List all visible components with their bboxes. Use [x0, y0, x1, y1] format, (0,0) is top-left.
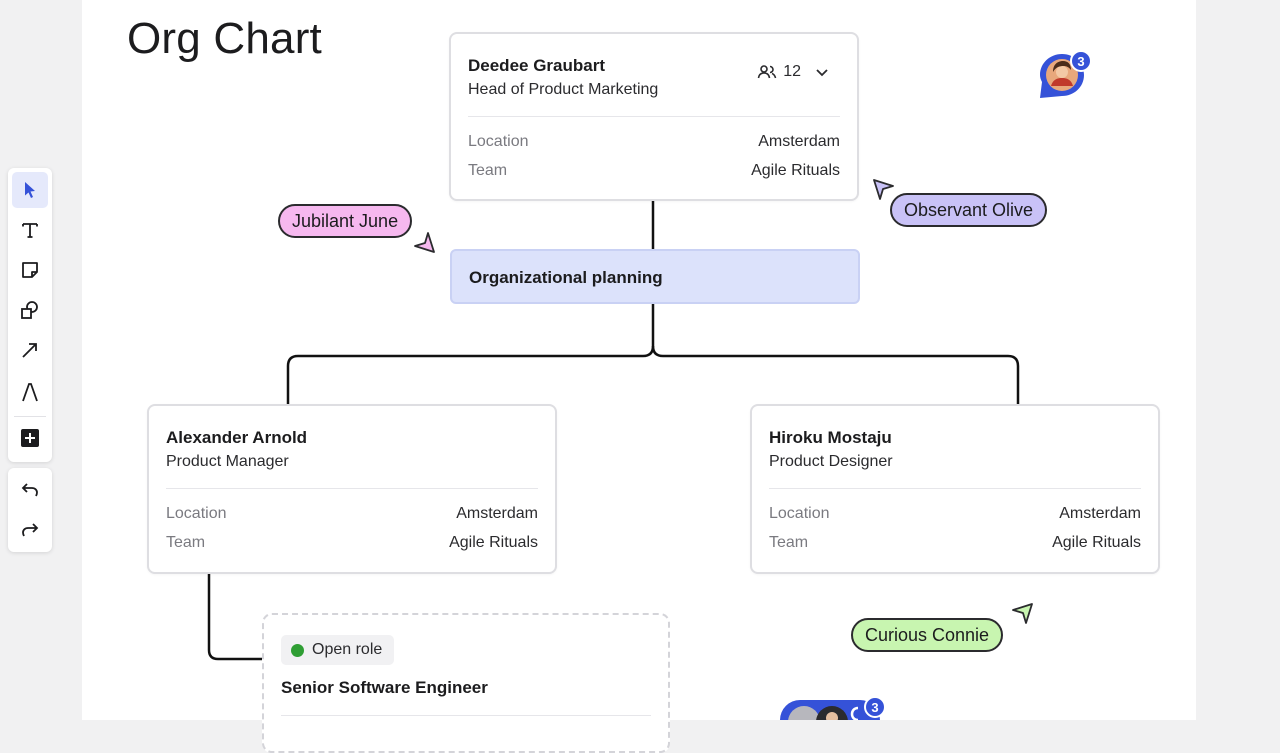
- card-role: Product Manager: [166, 453, 289, 470]
- select-tool-button[interactable]: [12, 172, 48, 208]
- open-role-badge-label: Open role: [312, 641, 383, 658]
- location-label: Location: [769, 505, 830, 522]
- arrow-tool-button[interactable]: [12, 332, 48, 368]
- history-palette: [8, 468, 52, 552]
- card-role: Head of Product Marketing: [468, 81, 659, 98]
- text-tool-button[interactable]: [12, 212, 48, 248]
- team-label: Team: [468, 162, 508, 179]
- redo-button[interactable]: [12, 512, 48, 548]
- team-value: Agile Rituals: [1052, 534, 1141, 551]
- toolbar-divider: [14, 416, 46, 417]
- comment-thread-bottom[interactable]: 3: [780, 696, 890, 720]
- sticky-note-tool-button[interactable]: [12, 252, 48, 288]
- people-icon: [757, 65, 777, 79]
- arrow-icon: [22, 343, 37, 358]
- undo-button[interactable]: [12, 472, 48, 508]
- comment-count-badge: 3: [1070, 50, 1092, 72]
- add-icon: [21, 429, 39, 447]
- location-value: Amsterdam: [1059, 505, 1141, 522]
- open-role-badge: Open role: [281, 635, 395, 665]
- location-row: Location Amsterdam: [468, 133, 840, 151]
- card-divider: [281, 715, 651, 716]
- cursor-label-connie: Curious Connie: [851, 618, 1004, 652]
- sticky-note-icon: [22, 262, 38, 278]
- status-dot-icon: [291, 643, 304, 657]
- open-role-card[interactable]: Open role Senior Software Engineer: [262, 613, 670, 753]
- pen-icon: [22, 383, 38, 402]
- org-card-left[interactable]: Alexander Arnold Product Manager Locatio…: [147, 404, 557, 574]
- page-title: Org Chart: [127, 14, 322, 63]
- card-name: Deedee Graubart: [468, 56, 605, 75]
- location-row: Location Amsterdam: [769, 505, 1141, 523]
- members-dropdown[interactable]: 12: [757, 63, 831, 81]
- team-row: Team Agile Rituals: [166, 534, 538, 552]
- card-divider: [769, 488, 1141, 489]
- org-group-planning[interactable]: Organizational planning: [450, 249, 860, 304]
- add-tool-button[interactable]: [12, 420, 48, 456]
- team-label: Team: [769, 534, 809, 551]
- org-card-head[interactable]: Deedee Graubart Head of Product Marketin…: [449, 32, 859, 201]
- card-divider: [468, 116, 840, 117]
- card-name: Hiroku Mostaju: [769, 428, 892, 447]
- pen-tool-button[interactable]: [12, 374, 48, 410]
- shapes-tool-button[interactable]: [12, 292, 48, 328]
- tool-palette: [8, 168, 52, 462]
- team-value: Agile Rituals: [751, 162, 840, 179]
- card-role: Product Designer: [769, 453, 893, 470]
- members-count: 12: [783, 63, 801, 80]
- text-icon: [22, 223, 38, 238]
- cursor-pointer-icon: [1012, 603, 1033, 624]
- team-value: Agile Rituals: [449, 534, 538, 551]
- comment-count-badge: 3: [864, 696, 886, 718]
- undo-icon: [21, 483, 38, 497]
- team-row: Team Agile Rituals: [468, 162, 840, 180]
- location-value: Amsterdam: [758, 133, 840, 150]
- org-card-right[interactable]: Hiroku Mostaju Product Designer Location…: [750, 404, 1160, 574]
- location-row: Location Amsterdam: [166, 505, 538, 523]
- cursor-pointer-icon: [414, 232, 435, 253]
- shapes-icon: [21, 301, 38, 319]
- team-label: Team: [166, 534, 206, 551]
- location-value: Amsterdam: [456, 505, 538, 522]
- redo-icon: [22, 523, 39, 537]
- location-label: Location: [166, 505, 227, 522]
- card-name: Alexander Arnold: [166, 428, 308, 447]
- comment-thread-top[interactable]: 3: [1038, 50, 1098, 104]
- cursor-pointer-icon: [873, 179, 894, 200]
- cursor-label-olive: Observant Olive: [890, 193, 1048, 227]
- cursor-label-june: Jubilant June: [278, 204, 413, 238]
- location-label: Location: [468, 133, 529, 150]
- team-row: Team Agile Rituals: [769, 534, 1141, 552]
- select-icon: [25, 182, 35, 198]
- planning-label: Organizational planning: [469, 268, 663, 287]
- card-divider: [166, 488, 538, 489]
- chevron-down-icon: [816, 69, 828, 77]
- open-role-title: Senior Software Engineer: [281, 678, 488, 697]
